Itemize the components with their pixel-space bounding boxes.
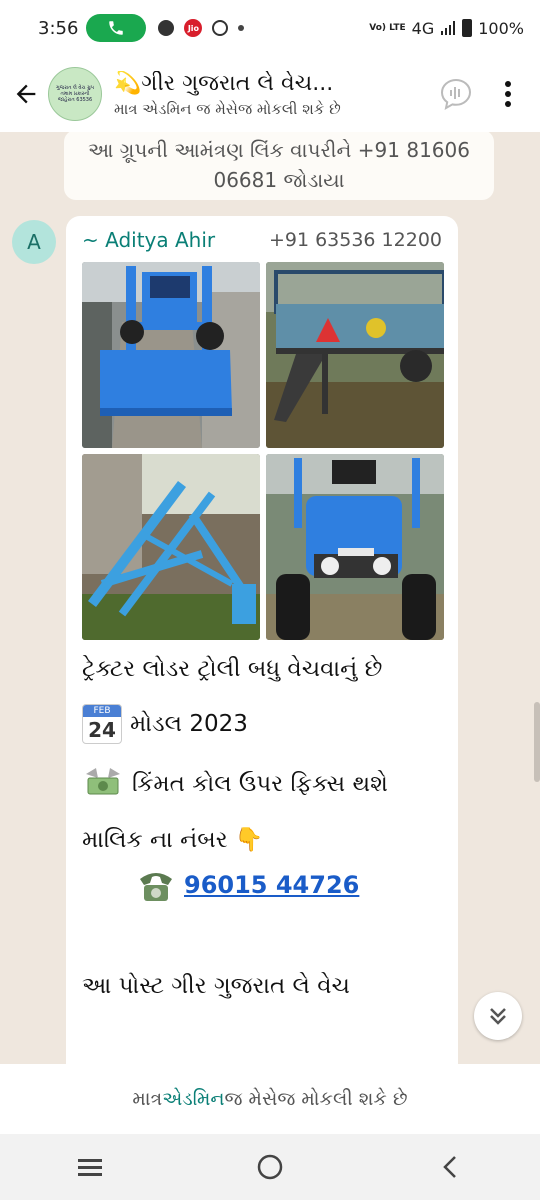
scrollbar[interactable]	[534, 702, 540, 782]
recents-icon	[78, 1159, 102, 1176]
admin-only-notice: માત્ર એડમિન જ મેસેજ મોકલી શકે છે	[0, 1064, 540, 1134]
facebook-icon	[158, 20, 175, 36]
recents-button[interactable]	[60, 1142, 120, 1192]
message-line-3: કિંમત કોલ ઉપર ફિક્સ થશે	[82, 766, 442, 802]
calendar-icon: FEB 24	[82, 704, 122, 744]
group-info[interactable]: 💫ગીર ગુજરાત લે વેચ... માત્ર એડમિન જ મેસે…	[114, 71, 414, 118]
more-notifications-dot	[238, 25, 245, 31]
nav-back-button[interactable]	[420, 1142, 480, 1192]
back-button[interactable]	[4, 72, 48, 116]
message-line-2: FEB 24 મોડલ 2023	[82, 704, 442, 744]
trolley-image[interactable]	[266, 262, 444, 448]
message-line-5: આ પોસ્ટ ગીર ગુજરાત લે વેચ	[82, 973, 350, 999]
chat-area[interactable]: આ ગ્રૂપની આમંત્રણ લિંક વાપરીને +91 81606…	[0, 132, 540, 1064]
voice-chat-button[interactable]	[434, 72, 478, 116]
ongoing-call-indicator[interactable]	[86, 14, 147, 42]
status-time: 3:56	[38, 17, 79, 39]
chat-header: ગુજરાત લે વેચ ગ્રુપ તમામ પ્રકારની જાહેરા…	[0, 56, 540, 132]
message-line-phone: 96015 44726	[82, 867, 442, 903]
phone-icon	[109, 21, 124, 35]
battery-icon	[462, 19, 473, 37]
owner-phone-link[interactable]: 96015 44726	[184, 871, 359, 899]
tractor-loader-image[interactable]	[82, 262, 260, 448]
more-options-button[interactable]	[486, 72, 530, 116]
message-bubble[interactable]: ~ Aditya Ahir +91 63536 12200 ટ્રેક્ટર લ…	[66, 216, 458, 1064]
arrow-left-icon	[16, 84, 36, 104]
jio-icon: Jio	[184, 19, 203, 37]
scroll-to-bottom-button[interactable]	[474, 992, 522, 1040]
sender-avatar[interactable]: A	[12, 220, 56, 264]
money-wings-icon	[86, 768, 120, 795]
home-circle-icon	[257, 1154, 283, 1180]
system-message: આ ગ્રૂપની આમંત્રણ લિંક વાપરીને +91 81606…	[64, 132, 494, 200]
cultivator-image[interactable]	[82, 454, 260, 640]
image-album[interactable]	[82, 262, 444, 640]
group-title: 💫ગીર ગુજરાત લે વેચ...	[114, 70, 334, 96]
message-line-4: માલિક ના નંબર 👇	[82, 827, 264, 853]
group-subtitle: માત્ર એડમિન જ મેસેજ મોકલી શકે છે	[114, 99, 341, 118]
sender-name[interactable]: ~ Aditya Ahir	[82, 228, 215, 252]
tractor-front-image[interactable]	[266, 454, 444, 640]
system-nav-bar	[0, 1134, 540, 1200]
status-bar: 3:56 Jio Vo) LTE 4G 100%	[0, 0, 540, 56]
voice-chat-icon	[440, 78, 472, 110]
group-avatar[interactable]: ગુજરાત લે વેચ ગ્રુપ તમામ પ્રકારની જાહેરા…	[48, 67, 102, 121]
home-button[interactable]	[240, 1142, 300, 1192]
network-type: 4G	[411, 18, 435, 38]
battery-percent: 100%	[478, 18, 524, 38]
telephone-icon	[140, 873, 172, 901]
message-line-1: ટ્રેક્ટર લોડર ટ્રોલી બધુ વેચવાનું છે	[82, 656, 383, 682]
threads-icon	[212, 20, 229, 36]
volte-label: Vo) LTE	[369, 22, 406, 33]
chevron-left-icon	[443, 1156, 456, 1178]
more-vertical-icon	[505, 81, 511, 107]
admin-link[interactable]: એડમિન	[162, 1088, 224, 1110]
sender-phone[interactable]: +91 63536 12200	[269, 229, 442, 251]
double-chevron-down-icon	[490, 1008, 506, 1025]
signal-icon	[441, 21, 456, 35]
